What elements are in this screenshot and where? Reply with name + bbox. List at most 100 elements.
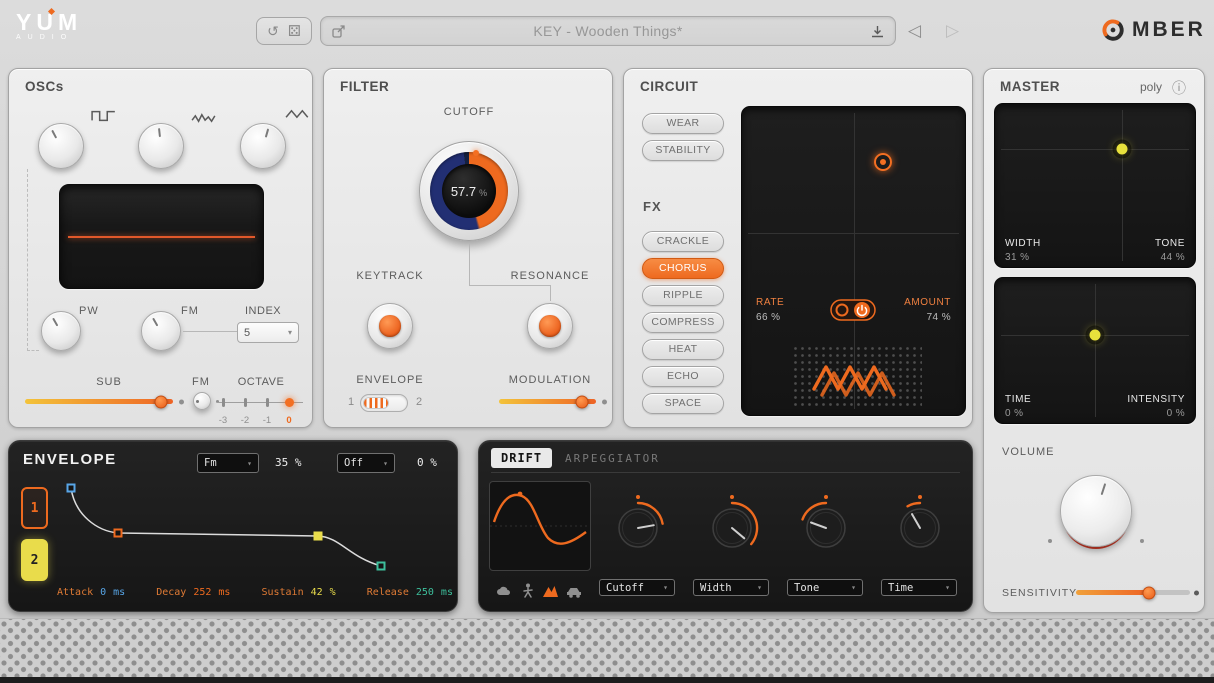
time-intensity-pad[interactable]: TIME 0 % INTENSITY 0 % [994,277,1196,424]
logo-subtext: AUDIO [16,34,82,41]
decay-handle[interactable] [115,530,122,537]
fx-button-space[interactable]: SPACE [642,393,724,414]
tab-arpeggiator[interactable]: ARPEGGIATOR [565,452,660,465]
decay-value[interactable]: 252 [193,587,211,598]
index-dropdown[interactable]: 5 ▾ [237,322,299,343]
env-option-2[interactable]: 2 [416,396,422,408]
info-icon[interactable]: ⓘ [1172,78,1186,98]
octave-tick-minus3[interactable] [222,398,225,407]
envelope-tab-2[interactable]: 2 [21,539,48,581]
octave-option-selected[interactable]: 0 [280,415,298,426]
keytrack-knob[interactable] [367,303,413,349]
sustain-value[interactable]: 42 [311,587,323,598]
envelope-toggle-thumb[interactable] [363,397,389,409]
time-intensity-handle[interactable] [1090,330,1101,341]
drift-knob-3[interactable] [798,494,854,554]
cutoff-knob[interactable]: 57.7 % [419,141,519,241]
drift-knob-4[interactable] [892,494,948,554]
envelope-curve-display[interactable] [57,481,455,581]
drift-dropdown-1[interactable]: Cutoff ▾ [599,579,675,596]
circuit-pad-handle[interactable] [874,153,892,171]
stability-button[interactable]: STABILITY [642,140,724,161]
tab-drift-active[interactable]: DRIFT [491,448,552,468]
cutoff-readout: 57.7 % [442,164,496,218]
fx-button-compress[interactable]: COMPRESS [642,312,724,333]
release-handle[interactable] [378,563,385,570]
sensitivity-slider-endcap [1194,590,1199,595]
next-preset-icon[interactable]: ▷ [946,21,959,41]
attack-label: Attack [57,587,93,598]
volume-knob[interactable] [1060,475,1132,547]
wear-button[interactable]: WEAR [642,113,724,134]
osc1-knob[interactable] [38,123,84,169]
drift-knob-1[interactable] [610,494,666,554]
width-tone-pad[interactable]: WIDTH 31 % TONE 44 % [994,103,1196,268]
circuit-xy-pad[interactable]: RATE 66 % AMOUNT 74 % [741,106,966,416]
octave-tick-minus2[interactable] [244,398,247,407]
poly-mode-label[interactable]: poly [1140,80,1162,94]
resonance-knob[interactable] [527,303,573,349]
drift-wave-display[interactable] [489,481,591,571]
preset-bar[interactable]: KEY - Wooden Things* [320,16,896,46]
rate-value: 66 % [756,312,780,323]
history-icon[interactable]: ↺ [267,23,279,40]
envelope-select-toggle[interactable] [360,394,408,412]
pw-knob[interactable] [41,311,81,351]
oscilloscope-screen[interactable] [59,184,264,289]
dice-icon[interactable]: ⚄ [288,22,301,40]
prev-preset-icon[interactable]: ◁ [908,21,921,41]
drift-dropdown-4[interactable]: Time ▾ [881,579,957,596]
modulation-slider[interactable] [499,399,596,404]
sensitivity-label: SENSITIVITY [1002,587,1077,599]
sensitivity-slider-thumb[interactable] [1142,586,1155,599]
fx-power-toggle[interactable] [830,299,876,321]
cutoff-indicator-dot [473,150,479,156]
octave-option[interactable]: -2 [236,415,254,426]
env-option-1[interactable]: 1 [348,396,354,408]
fx-button-ripple[interactable]: RIPPLE [642,285,724,306]
env-mod2-dropdown[interactable]: Off ▾ [337,453,395,473]
car-mode-icon[interactable] [566,584,583,598]
walking-person-icon[interactable] [520,583,536,598]
mountain-mode-icon-active[interactable] [542,583,559,598]
fx-button-echo[interactable]: ECHO [642,366,724,387]
save-download-icon[interactable] [870,24,885,39]
octave-selector[interactable]: -3 -2 -1 0 [213,391,307,431]
fx-button-heat[interactable]: HEAT [642,339,724,360]
drift-dropdown-3[interactable]: Tone ▾ [787,579,863,596]
osc3-knob[interactable] [240,123,286,169]
modulation-slider-thumb[interactable] [576,395,589,408]
osc1-knob-pointer [51,130,57,139]
export-icon[interactable] [331,24,346,39]
env-mod1-dropdown[interactable]: Fm ▾ [197,453,259,473]
sustain-handle[interactable] [315,533,322,540]
envelope-panel: ENVELOPE Fm ▾ 35 % Off ▾ 0 % 1 2 Attack … [8,440,458,612]
width-tone-handle[interactable] [1117,144,1128,155]
pad1-crosshair-h [1001,149,1189,150]
attack-handle[interactable] [68,485,75,492]
sensitivity-slider[interactable] [1076,590,1190,595]
sub-slider[interactable] [25,399,173,404]
octave-tick-minus1[interactable] [266,398,269,407]
osc2-knob[interactable] [138,123,184,169]
fx-button-crackle[interactable]: CRACKLE [642,231,724,252]
fx-button-chorus-active[interactable]: CHORUS [642,258,724,279]
release-value[interactable]: 250 [416,587,434,598]
attack-value[interactable]: 0 [100,587,106,598]
envelope-tab-1[interactable]: 1 [21,487,48,529]
fm-index-connector [183,331,237,332]
cloud-mode-icon[interactable] [496,584,512,598]
drift-knob-2[interactable] [704,494,760,554]
fm-toggle-knob[interactable] [193,392,211,410]
preset-name[interactable]: KEY - Wooden Things* [346,23,870,39]
fm-knob[interactable] [141,311,181,351]
sub-slider-thumb[interactable] [155,395,168,408]
master-title: MASTER [1000,79,1060,94]
octave-option[interactable]: -3 [214,415,232,426]
env-mod2-amount[interactable]: 0 % [417,456,437,469]
octave-option[interactable]: -1 [258,415,276,426]
octave-tick-zero-selected[interactable] [285,398,294,407]
drift-dropdown-2[interactable]: Width ▾ [693,579,769,596]
env-mod2-value: Off [344,457,363,469]
env-mod1-amount[interactable]: 35 % [275,456,302,469]
